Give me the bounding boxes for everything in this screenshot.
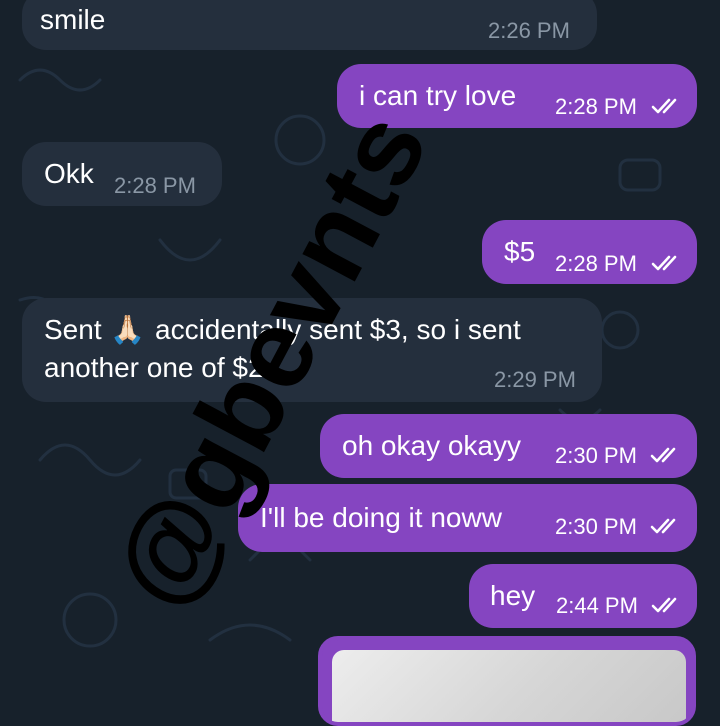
message-time: 2:30 PM: [555, 514, 637, 539]
message-text: Okk: [44, 158, 94, 189]
message-incoming[interactable]: Okk 2:28 PM: [22, 142, 222, 206]
double-check-icon: [651, 597, 677, 613]
message-outgoing[interactable]: hey 2:44 PM: [469, 564, 697, 628]
message-text: smile: [40, 4, 106, 35]
message-time: 2:28 PM: [555, 94, 637, 119]
message-text: oh okay okayy: [342, 430, 521, 461]
message-text: I'll be doing it noww: [260, 502, 502, 533]
double-check-icon: [650, 518, 676, 534]
message-outgoing[interactable]: I'll be doing it noww 2:30 PM: [238, 484, 697, 552]
message-outgoing[interactable]: $5 2:28 PM: [482, 220, 697, 284]
message-outgoing[interactable]: oh okay okayy 2:30 PM: [320, 414, 697, 478]
message-text: $5: [504, 236, 536, 267]
double-check-icon: [650, 447, 676, 463]
message-time: 2:44 PM: [556, 593, 638, 618]
message-time: 2:30 PM: [555, 443, 637, 468]
message-time: 2:28 PM: [114, 173, 196, 198]
photo-message[interactable]: [318, 636, 696, 726]
double-check-icon: [651, 98, 677, 114]
photo-image: [332, 650, 686, 722]
message-time: 2:29 PM: [494, 367, 576, 392]
message-incoming[interactable]: smile 2:26 PM: [22, 0, 597, 50]
message-text-line1-start: Sent: [44, 314, 102, 345]
message-time: 2:26 PM: [488, 18, 570, 43]
praying-hands-emoji: 🙏🏻: [110, 314, 145, 345]
message-text: hey: [490, 580, 536, 611]
message-time: 2:28 PM: [555, 251, 637, 276]
double-check-icon: [651, 255, 677, 271]
